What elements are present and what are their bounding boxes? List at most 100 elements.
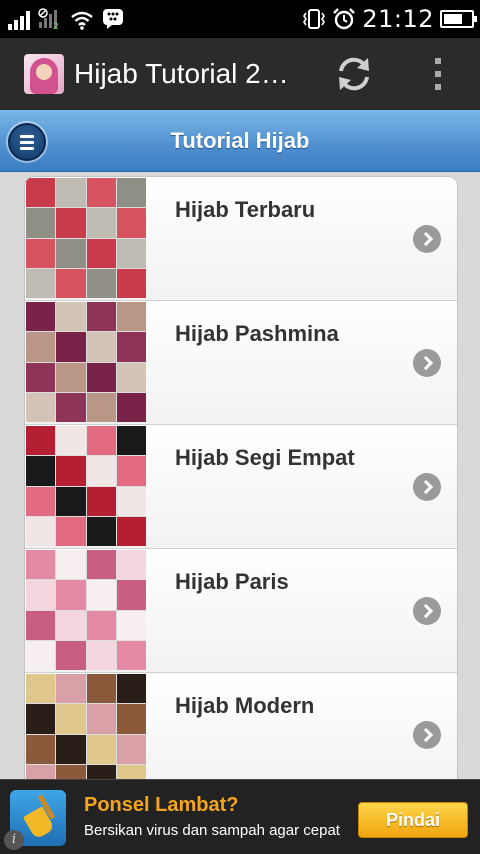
- status-left: 2: [8, 6, 124, 30]
- thumbnail-tile: [86, 392, 116, 422]
- thumbnail-tile: [26, 610, 56, 640]
- thumbnail-tile: [86, 426, 116, 456]
- thumbnail-tile: [86, 516, 116, 546]
- thumbnail-tile: [56, 268, 86, 298]
- thumbnail-tile: [26, 580, 56, 610]
- thumbnail-tile: [86, 178, 116, 208]
- overflow-menu-icon[interactable]: [424, 54, 452, 94]
- ad-banner[interactable]: Ponsel Lambat? Bersikan virus dan sampah…: [0, 779, 480, 854]
- chevron-right-icon: [413, 597, 441, 625]
- thumbnail-tile: [86, 764, 116, 779]
- thumbnail-tile: [116, 704, 146, 734]
- thumbnail-tile: [26, 704, 56, 734]
- signal-icon: [8, 10, 30, 30]
- bbm-icon: [103, 9, 123, 29]
- ad-description: Bersikan virus dan sampah agar cepat: [84, 822, 340, 839]
- list-item-label: Hijab Paris: [175, 569, 289, 594]
- list-item[interactable]: Hijab Modern: [25, 673, 457, 779]
- battery-icon: [440, 10, 477, 28]
- info-icon[interactable]: i: [4, 830, 24, 850]
- thumbnail-tile: [26, 268, 56, 298]
- thumbnail-tile: [86, 238, 116, 268]
- list-item-label: Hijab Segi Empat: [175, 445, 355, 470]
- list-item-label: Hijab Terbaru: [175, 197, 316, 222]
- screen: 2 21:12 Hijab Tutorial 2… Tutorial Hijab…: [0, 0, 480, 854]
- wifi-icon: [71, 11, 93, 30]
- list-item[interactable]: Hijab Paris: [25, 549, 457, 673]
- thumbnail-tile: [56, 238, 86, 268]
- thumbnail-tile: [116, 332, 146, 362]
- thumbnail-tile: [56, 580, 86, 610]
- thumbnail-tile: [86, 640, 116, 670]
- app-title: Hijab Tutorial 2…: [74, 58, 289, 89]
- thumbnail-tile: [86, 302, 116, 332]
- thumbnail-tile: [26, 362, 56, 392]
- scan-button[interactable]: Pindai: [358, 802, 468, 838]
- thumbnail-tile: [116, 268, 146, 298]
- thumbnail-tile: [116, 426, 146, 456]
- tutorial-list: Hijab Terbaru Hijab Pashmina Hijab Segi …: [24, 176, 458, 780]
- thumbnail-tile: [86, 580, 116, 610]
- thumbnail-tile: [86, 456, 116, 486]
- thumbnail-tile: [26, 332, 56, 362]
- thumbnail-tile: [116, 456, 146, 486]
- list-item[interactable]: Hijab Terbaru: [25, 177, 457, 301]
- app-icon[interactable]: [24, 54, 64, 94]
- alarm-icon: [333, 8, 356, 30]
- thumbnail-tile: [116, 486, 146, 516]
- thumbnail-tile: [56, 704, 86, 734]
- thumbnail-tile: [56, 426, 86, 456]
- thumbnail-tile: [86, 610, 116, 640]
- list-item[interactable]: Hijab Segi Empat: [25, 425, 457, 549]
- battery-level: [444, 14, 463, 24]
- chevron-right-icon: [413, 225, 441, 253]
- thumbnail-tile: [86, 704, 116, 734]
- thumbnail-tile: [56, 610, 86, 640]
- thumbnail-tile: [26, 208, 56, 238]
- thumbnail-tile: [86, 268, 116, 298]
- thumbnail-tile: [26, 238, 56, 268]
- thumbnail-tile: [56, 392, 86, 422]
- thumbnail-tile: [56, 362, 86, 392]
- status-bar: 2 21:12: [0, 0, 480, 38]
- thumbnail-tile: [26, 392, 56, 422]
- list-item-label: Hijab Modern: [175, 693, 315, 718]
- thumbnail-tile: [56, 734, 86, 764]
- thumbnail-tile: [56, 456, 86, 486]
- page-title: Tutorial Hijab: [170, 128, 310, 153]
- ad-title: Ponsel Lambat?: [84, 794, 239, 816]
- thumbnail-tile: [116, 550, 146, 580]
- status-right: 21:12: [302, 4, 477, 34]
- thumbnail-tile: [26, 516, 56, 546]
- thumbnail-tile: [26, 764, 56, 779]
- thumbnail-tile: [86, 734, 116, 764]
- thumbnail-tile: [56, 550, 86, 580]
- thumbnail-tile: [56, 674, 86, 704]
- refresh-icon[interactable]: [332, 52, 376, 96]
- thumbnail-tile: [116, 362, 146, 392]
- thumbnail-tile: [116, 238, 146, 268]
- thumbnail-tile: [26, 734, 56, 764]
- vibrate-icon: [303, 9, 326, 29]
- no-sim-signal-icon: 2: [38, 8, 59, 30]
- thumbnail-tile: [116, 516, 146, 546]
- chevron-right-icon: [413, 473, 441, 501]
- thumbnail-tile: [26, 550, 56, 580]
- status-clock: 21:12: [362, 5, 434, 33]
- list-item[interactable]: Hijab Pashmina: [25, 301, 457, 425]
- thumbnail-tile: [86, 332, 116, 362]
- thumbnail-image: [26, 426, 146, 546]
- thumbnail-tile: [26, 640, 56, 670]
- thumbnail-tile: [116, 580, 146, 610]
- action-bar: Hijab Tutorial 2…: [0, 38, 480, 110]
- thumbnail-tile: [56, 208, 86, 238]
- face-shape: [36, 64, 52, 80]
- thumbnail-tile: [26, 486, 56, 516]
- thumbnail-tile: [116, 208, 146, 238]
- thumbnail-tile: [116, 610, 146, 640]
- thumbnail-tile: [56, 332, 86, 362]
- chevron-right-icon: [413, 721, 441, 749]
- svg-text:2: 2: [53, 22, 59, 30]
- thumbnail-image: [26, 178, 146, 298]
- thumbnail-tile: [116, 302, 146, 332]
